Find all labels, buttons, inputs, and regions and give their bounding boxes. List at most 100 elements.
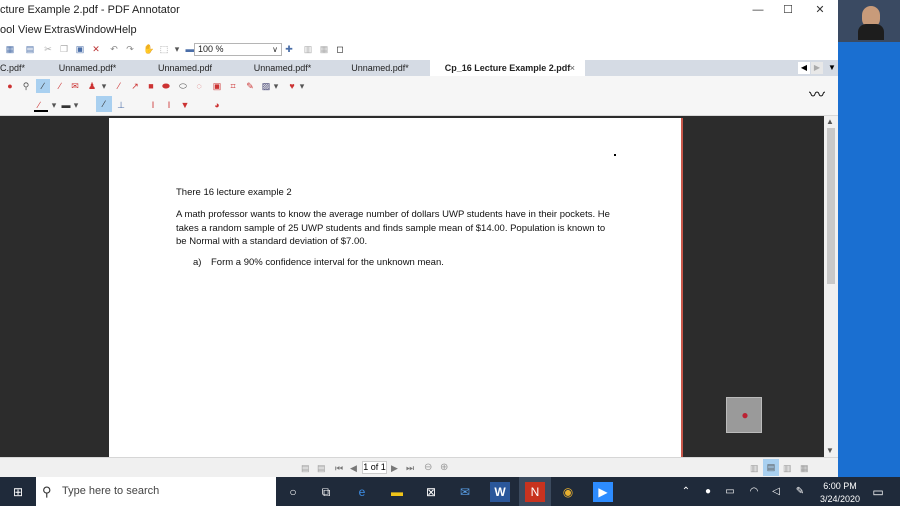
pen-tool-icon[interactable]: ∕ [36, 79, 50, 93]
pen-workspace-icon[interactable]: ✎ [790, 482, 810, 502]
page-indicator[interactable]: 1 of 1 [362, 461, 387, 474]
cortana-icon[interactable]: ○ [283, 482, 303, 502]
clock-date[interactable]: 3/24/2020 [816, 494, 864, 504]
text-underline-icon[interactable]: I [164, 100, 174, 110]
cut-icon[interactable]: ✂ [42, 43, 54, 55]
favorite-dropdown-icon[interactable]: ▾ [297, 81, 307, 91]
fit-page-icon[interactable]: ▥ [302, 43, 314, 55]
single-page-view-icon[interactable]: ▥ [750, 463, 759, 474]
crop-icon[interactable]: ⌗ [228, 81, 238, 91]
mail-icon[interactable]: ✉ [455, 482, 475, 502]
wave-icon[interactable]: 〰 [808, 87, 826, 105]
vertical-scrollbar[interactable]: ▲ ▼ [824, 116, 838, 457]
thumbnail-view-icon[interactable]: ▦ [800, 463, 809, 474]
chrome-icon[interactable]: ◉ [558, 482, 578, 502]
notification-icon[interactable]: ▭ [868, 482, 888, 502]
pdf-page[interactable]: There 16 lecture example 2 A math profes… [109, 118, 683, 457]
delete-icon[interactable]: ✕ [90, 43, 102, 55]
tab-doc-5[interactable]: Unnamed.pdf* [330, 60, 430, 76]
copy-icon[interactable]: ❐ [58, 43, 70, 55]
line-icon[interactable]: ⁄ [114, 81, 124, 91]
note-icon[interactable]: ✉ [70, 81, 80, 91]
forward-icon[interactable]: ⊕ [440, 462, 448, 473]
tab-doc-active[interactable]: Cp_16 Lecture Example 2.pdf × [430, 60, 585, 76]
windows-start-icon[interactable]: ⊞ [8, 482, 28, 502]
scroll-down-icon[interactable]: ▼ [826, 446, 834, 455]
volume-icon[interactable]: ◁ [766, 482, 786, 502]
lasso-icon[interactable]: ◌ [194, 81, 204, 91]
word-icon[interactable]: W [490, 482, 510, 502]
tab-scroll-right-icon[interactable]: ▶ [811, 62, 823, 74]
menu-tool[interactable]: ool [0, 24, 15, 36]
taskbar-search-box[interactable]: ⚲ Type here to search [36, 477, 276, 506]
battery-icon[interactable]: ▭ [720, 482, 740, 502]
straight-mode-icon[interactable]: ⊥ [116, 100, 126, 110]
pencil-icon[interactable]: ✎ [245, 81, 255, 91]
tab-doc-1[interactable]: C.pdf* [0, 60, 40, 76]
pen-color-icon[interactable]: ∕ [34, 100, 44, 110]
menu-view[interactable]: View [18, 24, 42, 36]
pdf-annotator-icon[interactable]: N [525, 482, 545, 502]
fullscreen-icon[interactable]: ◻ [334, 43, 346, 55]
continuous-view-icon[interactable]: ▤ [763, 459, 779, 476]
first-page-icon[interactable]: ⏮ [335, 463, 343, 474]
menu-help[interactable]: Help [114, 24, 137, 36]
marker-icon[interactable]: ∕ [55, 81, 65, 91]
tab-doc-4[interactable]: Unnamed.pdf* [235, 60, 330, 76]
task-view-icon[interactable]: ⧉ [316, 482, 336, 502]
select-dropdown-icon[interactable]: ▾ [171, 43, 183, 55]
favorite-icon[interactable]: ♥ [287, 81, 297, 91]
tab-list-icon[interactable]: ▼ [826, 62, 838, 74]
image-dropdown-icon[interactable]: ▾ [271, 81, 281, 91]
microphone-icon[interactable]: ● [698, 482, 718, 502]
scrollbar-thumb[interactable] [827, 128, 835, 284]
stamp-icon[interactable]: ● [5, 81, 15, 91]
save-icon[interactable]: ▦ [4, 43, 16, 55]
tab-close-icon[interactable]: × [570, 60, 575, 76]
ellipse-icon[interactable]: ⬬ [161, 81, 171, 91]
paste-icon[interactable]: ▣ [74, 43, 86, 55]
freehand-mode-icon[interactable]: ⁄ [96, 96, 112, 112]
tab-doc-3[interactable]: Unnamed.pdf [135, 60, 235, 76]
arrow-icon[interactable]: ↗ [130, 81, 140, 91]
two-page-view-icon[interactable]: ▥ [783, 463, 792, 474]
zoom-app-icon[interactable]: ▶ [593, 482, 613, 502]
image-icon[interactable]: ▨ [261, 81, 271, 91]
zoom-in-icon[interactable]: ✚ [283, 43, 295, 55]
redo-icon[interactable]: ↷ [124, 43, 136, 55]
eraser-icon[interactable]: ⬭ [178, 81, 188, 91]
minimize-button[interactable]: — [743, 2, 773, 18]
store-icon[interactable]: ⊠ [421, 482, 441, 502]
next-page-icon[interactable]: ▶ [391, 463, 398, 474]
camera-icon[interactable]: ▣ [212, 81, 222, 91]
scroll-up-icon[interactable]: ▲ [826, 117, 834, 126]
select-tool-icon[interactable]: ⬚ [158, 43, 170, 55]
wifi-icon[interactable]: ◠ [744, 482, 764, 502]
back-icon[interactable]: ⊖ [424, 462, 432, 473]
zoom-select[interactable]: 100 % ∨ [194, 43, 282, 56]
text-tool-icon[interactable]: I [148, 100, 158, 110]
print-icon[interactable]: ▤ [24, 43, 36, 55]
tray-expand-icon[interactable]: ⌃ [676, 482, 696, 502]
prev-doc-icon[interactable]: ▤ [301, 463, 310, 474]
menu-extras[interactable]: Extras [44, 24, 75, 36]
next-doc-icon[interactable]: ▤ [317, 463, 326, 474]
close-button[interactable]: ✕ [805, 2, 835, 18]
highlighter-icon[interactable]: ◕ [212, 100, 222, 110]
undo-icon[interactable]: ↶ [108, 43, 120, 55]
rectangle-icon[interactable]: ■ [146, 81, 156, 91]
fit-width-icon[interactable]: ▦ [318, 43, 330, 55]
hand-tool-icon[interactable]: ✋ [143, 43, 155, 55]
pen-width-icon[interactable]: ▬ [61, 100, 71, 110]
maximize-button[interactable]: ☐ [773, 2, 803, 18]
tab-doc-2[interactable]: Unnamed.pdf* [40, 60, 135, 76]
floating-stamp-widget[interactable]: ● [726, 397, 762, 433]
edge-icon[interactable]: e [352, 482, 372, 502]
stamp-dropdown-icon[interactable]: ▾ [99, 81, 109, 91]
pen-width-dropdown-icon[interactable]: ▾ [71, 100, 81, 110]
stamp-tool-icon[interactable]: ♟ [87, 81, 97, 91]
menu-window[interactable]: Window [75, 24, 114, 36]
file-explorer-icon[interactable]: ▬ [387, 482, 407, 502]
tab-scroll-left-icon[interactable]: ◀ [798, 62, 810, 74]
magnifier-icon[interactable]: ⚲ [21, 81, 31, 91]
